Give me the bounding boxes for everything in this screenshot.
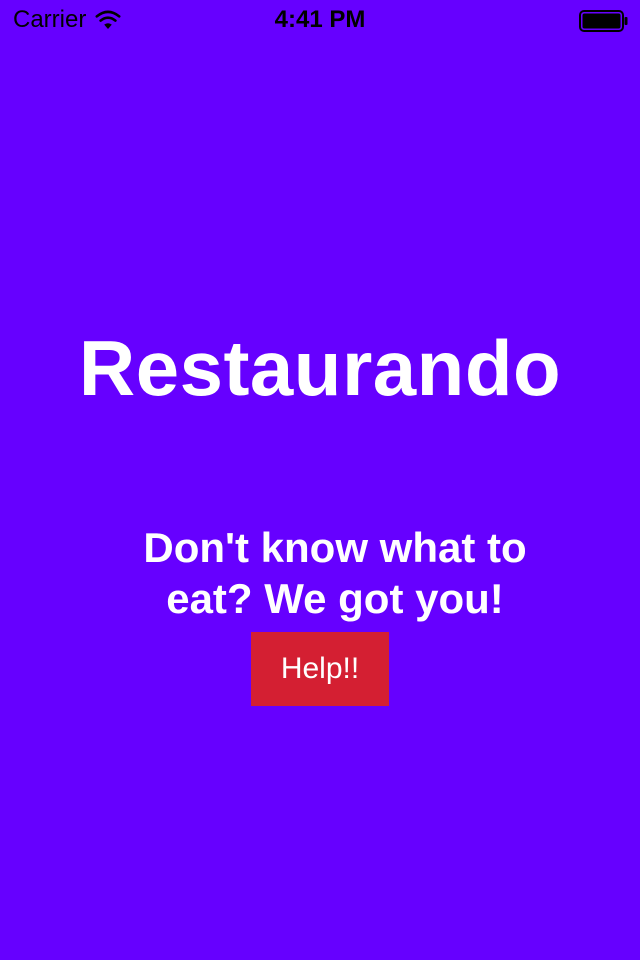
battery-icon	[579, 10, 628, 32]
tagline: Don't know what to eat? We got you!	[143, 524, 527, 622]
status-time: 4:41 PM	[274, 6, 366, 33]
help-button[interactable]: Help!!	[251, 632, 389, 706]
status-bar: Carrier 4:41 PM	[0, 0, 640, 40]
app-title: Restaurando	[78, 324, 562, 412]
